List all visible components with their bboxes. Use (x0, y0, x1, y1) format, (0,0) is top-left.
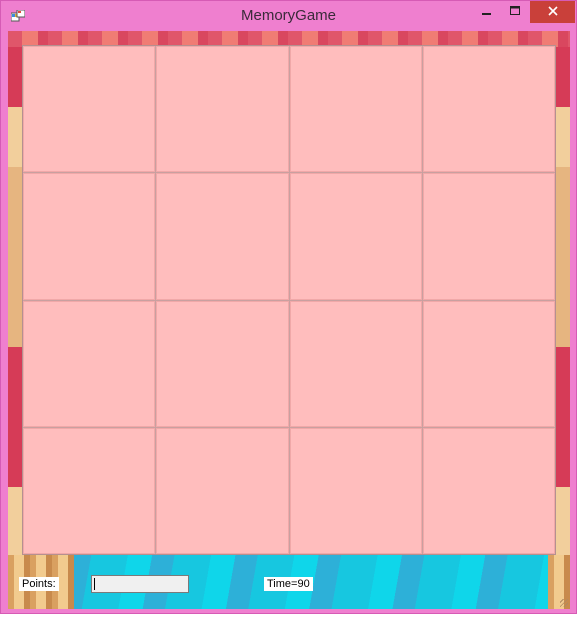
maximize-button[interactable] (501, 1, 529, 23)
card-11[interactable] (289, 300, 422, 427)
time-label: Time=90 (264, 577, 313, 591)
card-9[interactable] (23, 300, 156, 427)
card-5[interactable] (23, 173, 156, 300)
card-10[interactable] (156, 300, 289, 427)
card-8[interactable] (422, 173, 555, 300)
minimize-button[interactable] (473, 1, 501, 23)
memory-game-window: MemoryGame Points: Time=90 (0, 0, 577, 614)
card-grid (22, 45, 556, 555)
title-bar[interactable]: MemoryGame (1, 1, 576, 31)
background-decoration-left (8, 47, 22, 567)
card-14[interactable] (156, 427, 289, 554)
card-4[interactable] (422, 46, 555, 173)
card-1[interactable] (23, 46, 156, 173)
card-16[interactable] (422, 427, 555, 554)
text-caret (94, 578, 95, 590)
background-decoration-right (556, 47, 570, 567)
close-button[interactable] (530, 1, 575, 23)
card-3[interactable] (289, 46, 422, 173)
card-15[interactable] (289, 427, 422, 554)
card-7[interactable] (289, 173, 422, 300)
maximize-icon (509, 3, 521, 21)
minimize-icon (482, 3, 492, 21)
resize-grip-icon[interactable] (560, 599, 568, 607)
close-icon (547, 3, 558, 21)
points-field[interactable] (91, 575, 189, 593)
client-area: Points: Time=90 (8, 31, 570, 609)
points-label: Points: (19, 577, 59, 591)
card-2[interactable] (156, 46, 289, 173)
card-13[interactable] (23, 427, 156, 554)
card-6[interactable] (156, 173, 289, 300)
card-12[interactable] (422, 300, 555, 427)
